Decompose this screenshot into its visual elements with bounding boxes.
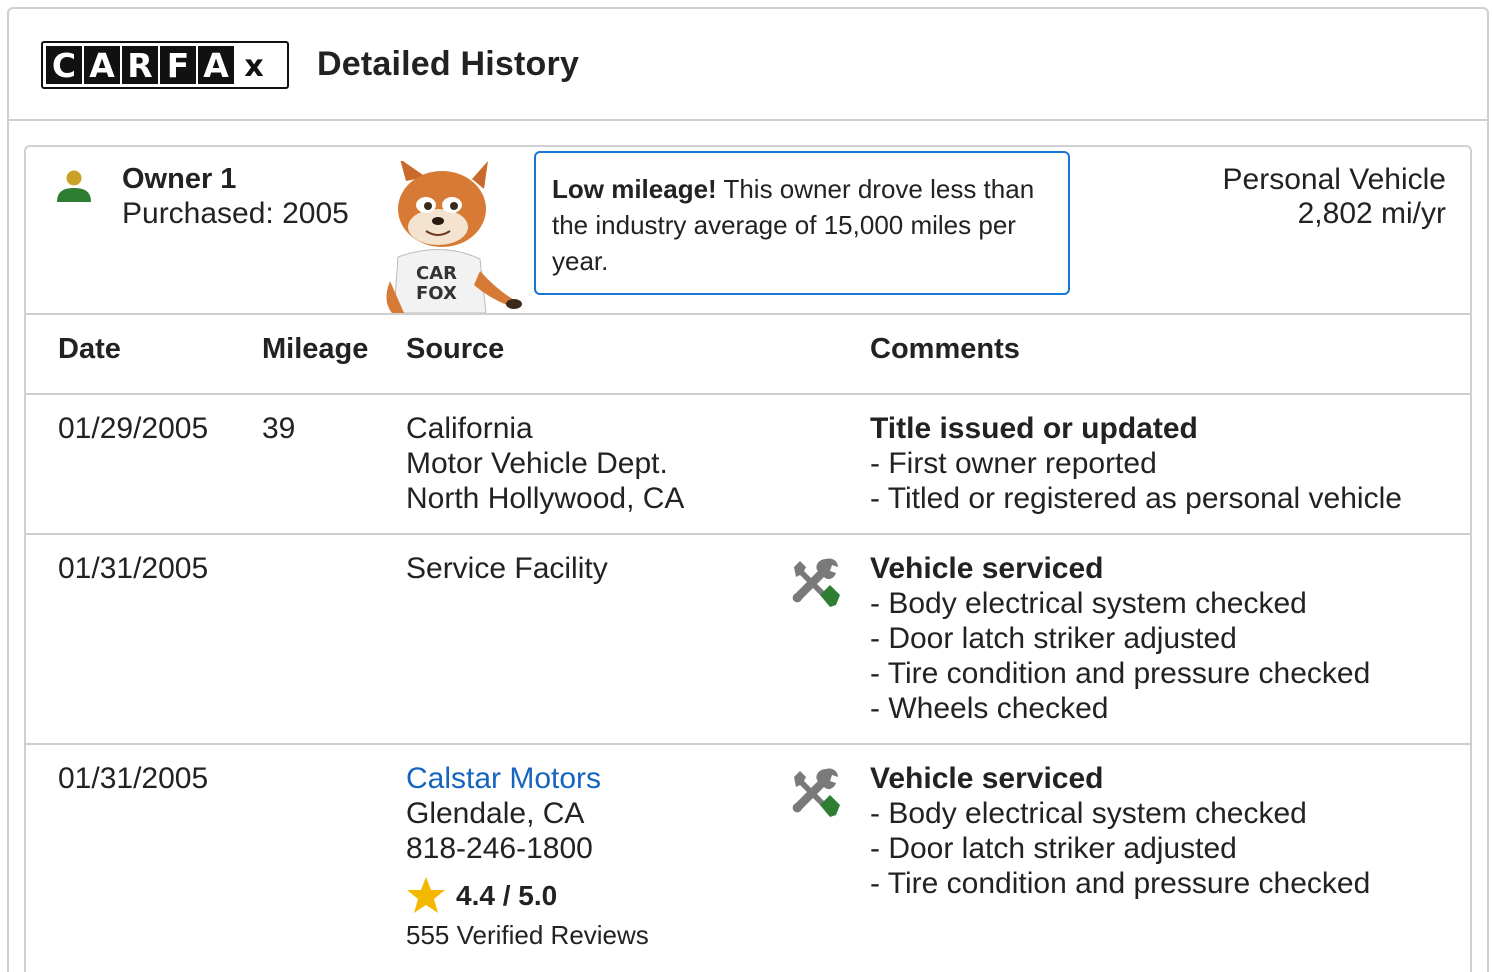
- comment-title: Vehicle serviced: [870, 552, 1104, 585]
- column-header-comments: Comments: [870, 333, 1020, 365]
- star-icon: [407, 877, 445, 913]
- source-line: Service Facility: [406, 552, 608, 585]
- logo-letter: C: [46, 46, 82, 85]
- logo-letter: A: [84, 46, 120, 85]
- row-source: Service Facility: [406, 551, 608, 586]
- owner-name: Owner 1: [122, 163, 237, 195]
- carfox-mascot-icon: CAR FOX: [386, 161, 522, 313]
- comment-item: - Door latch striker adjusted: [870, 622, 1237, 655]
- row-date: 01/31/2005: [58, 552, 209, 585]
- source-line: Glendale, CA: [406, 797, 585, 830]
- column-header-source: Source: [406, 333, 505, 365]
- history-table: Date Mileage Source Comments 01/29/2005 …: [26, 313, 1470, 972]
- source-line: 818-246-1800: [406, 832, 593, 865]
- dealer-rating[interactable]: 4.4 / 5.0: [406, 876, 649, 914]
- low-mileage-callout: Low mileage! This owner drove less than …: [534, 151, 1070, 295]
- source-line: North Hollywood, CA: [406, 482, 685, 515]
- owner-purchased: Purchased: 2005: [122, 197, 349, 230]
- svg-text:FOX: FOX: [416, 283, 457, 304]
- column-header-date: Date: [58, 333, 121, 365]
- comment-item: - Tire condition and pressure checked: [870, 657, 1371, 690]
- row-mileage: 39: [262, 412, 296, 445]
- panel-header: C A R F A x Detailed History: [9, 9, 1487, 121]
- svg-text:CAR: CAR: [416, 263, 457, 284]
- dealer-link[interactable]: Calstar Motors: [406, 762, 601, 795]
- comment-item: - Titled or registered as personal vehic…: [870, 482, 1402, 515]
- row-comments: Vehicle serviced - Body electrical syste…: [870, 761, 1370, 901]
- logo-letter: F: [160, 46, 196, 85]
- person-icon: [57, 170, 91, 202]
- column-header-mileage: Mileage: [262, 333, 369, 365]
- mileage-per-year: 2,802 mi/yr: [1297, 197, 1446, 230]
- row-date: 01/29/2005: [58, 412, 209, 445]
- reviews-count[interactable]: 555 Verified Reviews: [406, 918, 649, 953]
- row-comments: Title issued or updated - First owner re…: [870, 411, 1402, 516]
- owner-card: Owner 1 Purchased: 2005 CAR FOX Low mile…: [24, 145, 1472, 972]
- carfax-logo: C A R F A x: [41, 41, 289, 89]
- comment-item: - Door latch striker adjusted: [870, 832, 1237, 865]
- comment-item: - Body electrical system checked: [870, 587, 1307, 620]
- comment-item: - Body electrical system checked: [870, 797, 1307, 830]
- callout-bold-text: Low mileage!: [552, 174, 717, 204]
- source-line: Motor Vehicle Dept.: [406, 447, 668, 480]
- page-title: Detailed History: [317, 45, 580, 83]
- comment-item: - First owner reported: [870, 447, 1157, 480]
- wrench-screwdriver-icon: [792, 768, 840, 817]
- table-row: 01/29/2005 39 California Motor Vehicle D…: [26, 395, 1470, 535]
- table-row: 01/31/2005 Calstar Motors Glendale, CA 8…: [26, 745, 1470, 972]
- comment-title: Vehicle serviced: [870, 762, 1104, 795]
- row-source: Calstar Motors Glendale, CA 818-246-1800…: [406, 761, 649, 953]
- logo-letter-x: x: [236, 46, 272, 84]
- vehicle-type: Personal Vehicle: [1222, 163, 1446, 196]
- logo-letter: A: [198, 46, 234, 85]
- table-row: 01/31/2005 Service Facility Vehicle serv…: [26, 535, 1470, 745]
- comment-item: - Wheels checked: [870, 692, 1109, 725]
- row-source: California Motor Vehicle Dept. North Hol…: [406, 411, 684, 516]
- rating-value: 4.4 / 5.0: [456, 879, 558, 911]
- wrench-screwdriver-icon: [792, 558, 840, 607]
- row-date: 01/31/2005: [58, 762, 209, 795]
- row-comments: Vehicle serviced - Body electrical syste…: [870, 551, 1370, 726]
- logo-letter: R: [122, 46, 158, 85]
- comment-item: - Tire condition and pressure checked: [870, 867, 1371, 900]
- source-line: California: [406, 412, 533, 445]
- logo-x-text: x: [244, 49, 264, 84]
- table-header: Date Mileage Source Comments: [26, 313, 1470, 395]
- comment-title: Title issued or updated: [870, 412, 1198, 445]
